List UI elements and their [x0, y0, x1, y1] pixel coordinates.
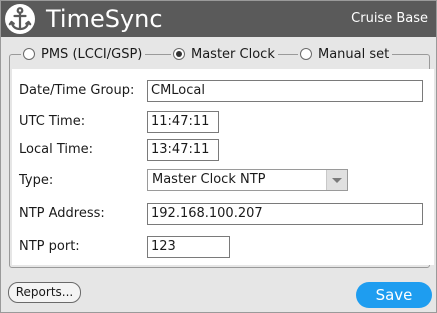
- ntp-port-label: NTP port:: [19, 239, 80, 254]
- ntp-port-input[interactable]: 123: [147, 236, 230, 258]
- type-select-value: Master Clock NTP: [152, 172, 266, 187]
- local-time-input[interactable]: 13:47:11: [147, 139, 219, 161]
- utc-time-input[interactable]: 11:47:11: [147, 111, 219, 133]
- dtg-input[interactable]: CMLocal: [147, 80, 423, 102]
- local-time-label: Local Time:: [19, 142, 94, 157]
- chevron-down-icon[interactable]: [326, 170, 347, 190]
- save-button[interactable]: Save: [356, 282, 432, 308]
- radio-option-master-clock[interactable]: Master Clock: [171, 45, 278, 63]
- anchor-icon: [5, 4, 35, 34]
- radio-button-master-clock[interactable]: [173, 48, 185, 60]
- location-label: Cruise Base: [351, 11, 428, 26]
- radio-button-manual-set[interactable]: [300, 48, 312, 60]
- type-label: Type:: [19, 173, 54, 188]
- app-title: TimeSync: [46, 5, 163, 33]
- type-select[interactable]: Master Clock NTP: [147, 169, 348, 191]
- app-header: TimeSync Cruise Base: [1, 1, 436, 37]
- utc-time-label: UTC Time:: [19, 114, 86, 129]
- radio-option-manual-set[interactable]: Manual set: [298, 45, 393, 63]
- radio-label-master-clock: Master Clock: [191, 46, 275, 62]
- timesync-window: TimeSync Cruise Base PMS (LCCI/GSP) Mast…: [0, 0, 437, 313]
- radio-button-pms[interactable]: [23, 48, 35, 60]
- radio-option-pms[interactable]: PMS (LCCI/GSP): [21, 45, 146, 63]
- ntp-address-label: NTP Address:: [19, 206, 105, 221]
- radio-label-manual-set: Manual set: [318, 46, 390, 62]
- ntp-address-input[interactable]: 192.168.100.207: [147, 203, 423, 225]
- dtg-label: Date/Time Group:: [19, 83, 135, 98]
- radio-label-pms: PMS (LCCI/GSP): [41, 46, 143, 62]
- reports-button[interactable]: Reports...: [8, 282, 81, 303]
